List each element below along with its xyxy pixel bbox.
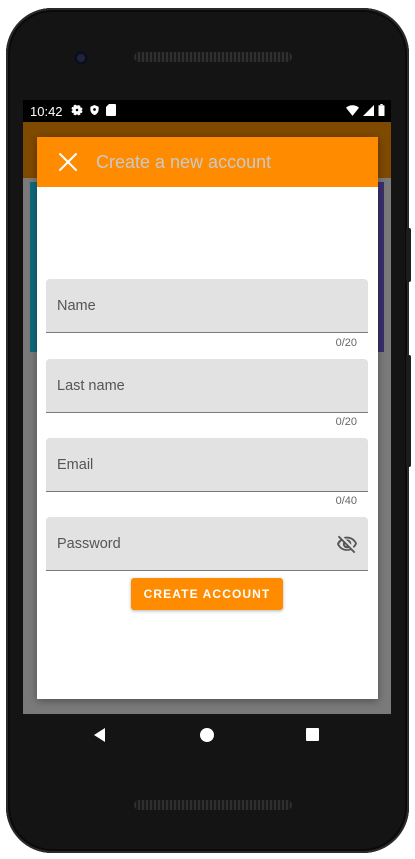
- last-name-field-label: Last name: [57, 378, 125, 394]
- last-name-counter: 0/20: [335, 416, 357, 428]
- create-account-button[interactable]: CREATE ACCOUNT: [131, 578, 283, 610]
- battery-icon: [378, 104, 385, 116]
- name-field-label: Name: [57, 298, 96, 314]
- wifi-icon: [346, 104, 359, 116]
- dialog-header: Create a new account: [37, 137, 378, 187]
- status-time: 10:42: [30, 104, 63, 119]
- back-icon[interactable]: [92, 727, 108, 743]
- name-counter: 0/20: [335, 337, 357, 349]
- email-field-label: Email: [57, 457, 94, 473]
- front-camera: [74, 51, 88, 65]
- recents-icon[interactable]: [306, 728, 319, 741]
- email-field[interactable]: Email: [46, 438, 368, 492]
- volume-button: [406, 228, 411, 282]
- password-field-label: Password: [57, 536, 121, 552]
- sd-card-icon: [106, 104, 116, 116]
- last-name-field[interactable]: Last name: [46, 359, 368, 413]
- power-button: [406, 355, 411, 467]
- close-icon: [59, 153, 77, 171]
- top-speaker: [134, 52, 292, 62]
- eye-off-icon: [337, 535, 357, 554]
- password-field[interactable]: Password: [46, 517, 368, 571]
- home-icon[interactable]: [200, 728, 214, 742]
- gear-icon: [71, 104, 83, 116]
- shield-icon: [90, 104, 99, 116]
- dialog-title: Create a new account: [96, 152, 272, 172]
- email-counter: 0/40: [335, 495, 357, 507]
- name-field[interactable]: Name: [46, 279, 368, 333]
- bottom-speaker: [134, 800, 292, 810]
- create-account-dialog: Create a new account Name 0/20 Last name…: [37, 137, 378, 699]
- password-visibility-toggle[interactable]: [336, 533, 358, 555]
- status-bar: 10:42: [23, 100, 391, 122]
- close-button[interactable]: [57, 151, 79, 173]
- signal-icon: [363, 104, 374, 116]
